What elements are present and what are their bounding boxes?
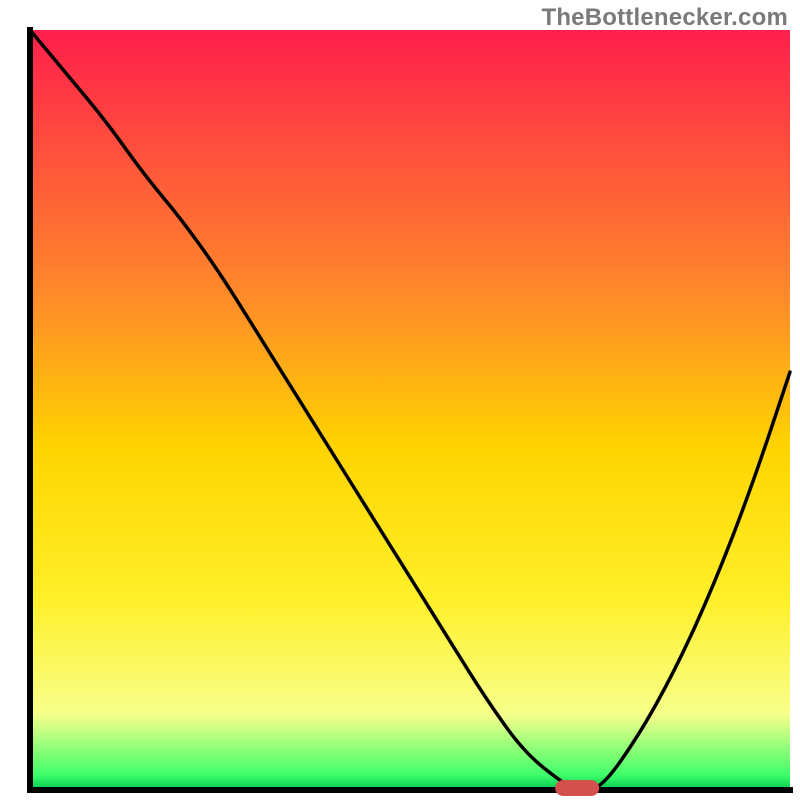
watermark-text: TheBottlenecker.com	[541, 4, 788, 32]
chart-container: TheBottlenecker.com	[0, 0, 800, 800]
plot-background	[30, 30, 790, 790]
optimum-marker	[555, 780, 599, 796]
bottleneck-chart	[0, 0, 800, 800]
